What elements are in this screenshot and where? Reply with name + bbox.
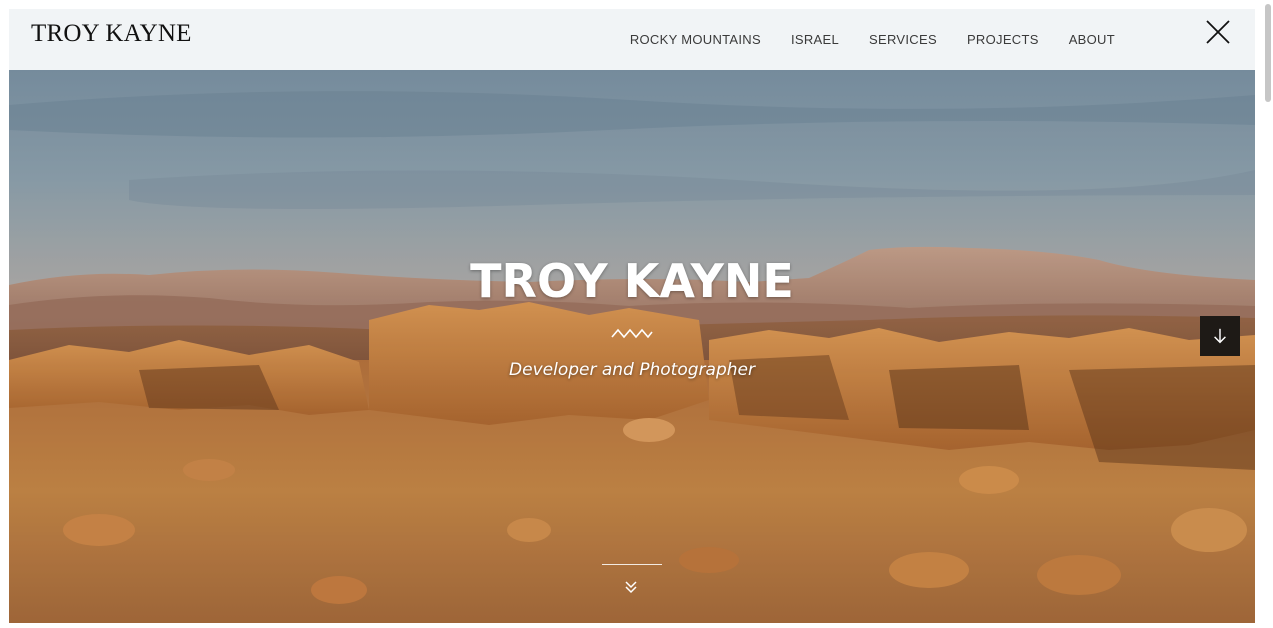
nav-about[interactable]: ABOUT	[1069, 32, 1115, 47]
close-icon[interactable]	[1205, 19, 1231, 45]
nav-rocky-mountains[interactable]: ROCKY MOUNTAINS	[630, 32, 761, 47]
nav-israel[interactable]: ISRAEL	[791, 32, 839, 47]
bottom-divider	[602, 564, 662, 565]
nav-projects[interactable]: PROJECTS	[967, 32, 1039, 47]
nav-services[interactable]: SERVICES	[869, 32, 937, 47]
hero-section: TROY KAYNE Developer and Photographer	[9, 70, 1255, 623]
page-frame: TROY KAYNE ROCKY MOUNTAINS ISRAEL SERVIC…	[9, 9, 1255, 623]
wave-icon	[611, 326, 653, 339]
page-scrollbar[interactable]	[1262, 0, 1273, 628]
main-nav: ROCKY MOUNTAINS ISRAEL SERVICES PROJECTS…	[630, 9, 1115, 70]
arrow-down-icon	[1214, 328, 1226, 344]
brand-logo[interactable]: TROY KAYNE	[31, 20, 192, 48]
double-chevron-down-icon[interactable]	[623, 579, 639, 595]
site-header: TROY KAYNE ROCKY MOUNTAINS ISRAEL SERVIC…	[9, 9, 1255, 70]
scroll-thumb[interactable]	[1265, 4, 1271, 102]
hero-subtitle: Developer and Photographer	[509, 360, 755, 380]
hero-overlay	[9, 70, 1255, 623]
scroll-down-button[interactable]	[1200, 316, 1240, 356]
hero-title: TROY KAYNE	[470, 254, 794, 308]
